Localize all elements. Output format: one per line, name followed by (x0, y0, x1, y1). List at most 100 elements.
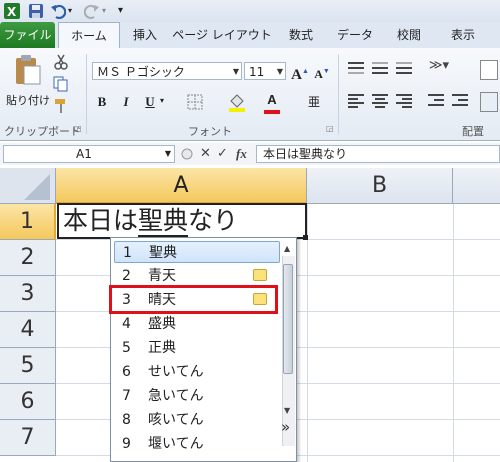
candidate-item-5[interactable]: 5 正典 (114, 337, 280, 359)
save-icon[interactable] (28, 3, 44, 19)
font-size-value: 11 (249, 65, 265, 79)
expand-candidates-button[interactable]: » (281, 418, 290, 436)
candidate-item-8[interactable]: 8 咳いてん (114, 409, 280, 431)
cell-a1-text-suffix: なり (188, 206, 239, 235)
font-name-value: ＭＳ Ｐゴシック (97, 65, 185, 79)
column-header-a[interactable]: A (56, 168, 307, 204)
row-header-1[interactable]: 1 (0, 204, 56, 240)
tab-data[interactable]: データ (330, 22, 380, 48)
chevron-down-icon[interactable]: ▾ (160, 96, 164, 105)
row-header-7[interactable]: 7 (0, 420, 56, 456)
row-header-6[interactable]: 6 (0, 384, 56, 420)
align-left-icon[interactable] (348, 94, 366, 108)
font-color-button[interactable]: A (262, 90, 282, 110)
candidate-item-1[interactable]: 1 聖典 (114, 241, 280, 263)
align-center-icon[interactable] (372, 94, 390, 108)
align-right-icon[interactable] (396, 94, 414, 108)
candidate-text: せいてん (148, 364, 204, 380)
candidate-text: 咳いてん (148, 412, 204, 428)
chevron-down-icon: ▼ (276, 67, 283, 76)
tab-review[interactable]: 校閲 (384, 22, 434, 48)
candidate-number: 1 (123, 245, 132, 261)
svg-text:X: X (7, 5, 17, 19)
format-painter-icon[interactable] (52, 98, 70, 116)
candidate-number: 8 (122, 412, 131, 428)
tab-page-layout[interactable]: ページ レイアウト (172, 22, 272, 48)
cut-icon[interactable] (52, 54, 70, 72)
borders-icon[interactable] (186, 94, 204, 110)
increase-indent-icon[interactable] (452, 94, 470, 108)
highlight-box (109, 285, 278, 314)
clipboard-launcher-icon[interactable]: ◲ (74, 124, 82, 133)
redo-dropdown-icon[interactable]: ▾ (102, 3, 110, 19)
candidate-text: 急いてん (148, 388, 204, 404)
candidate-item-4[interactable]: 4 盛典 (114, 313, 280, 335)
shrink-font-button[interactable]: A▼ (312, 61, 332, 81)
row-header-3[interactable]: 3 (0, 276, 56, 312)
cancel-icon[interactable]: ✕ (200, 145, 211, 163)
font-name-select[interactable]: ＭＳ Ｐゴシック ▼ (92, 62, 242, 80)
formula-bar-splitter[interactable] (180, 143, 194, 171)
undo-icon[interactable] (50, 3, 67, 20)
decrease-indent-icon[interactable] (428, 94, 446, 108)
candidate-text: 青天 (148, 268, 176, 284)
formula-bar: A1 ▼ ✕ ✓ fx 本日は聖典なり (0, 143, 500, 165)
fill-color-icon[interactable] (228, 92, 246, 112)
select-all-corner[interactable] (0, 168, 56, 204)
candidate-item-9[interactable]: 9 堰いてん (114, 433, 280, 455)
italic-button[interactable]: I (116, 92, 136, 112)
bold-button[interactable]: B (92, 92, 112, 112)
candidate-scroll-thumb[interactable] (283, 264, 293, 374)
align-middle-icon[interactable] (372, 62, 390, 76)
candidate-text: 堰いてん (148, 436, 204, 452)
tab-view[interactable]: 表示 (438, 22, 488, 48)
font-group-label: フォント (188, 125, 232, 138)
enter-icon[interactable]: ✓ (217, 145, 228, 163)
candidate-item-2[interactable]: 2 青天 (114, 265, 280, 287)
tab-file[interactable]: ファイル (0, 22, 55, 48)
underline-button[interactable]: U (140, 92, 160, 112)
undo-dropdown-icon[interactable]: ▾ (68, 3, 78, 19)
scroll-down-icon[interactable]: ▼ (284, 406, 290, 415)
font-launcher-icon[interactable]: ◲ (326, 124, 334, 133)
insert-function-button[interactable]: fx (236, 145, 247, 163)
candidate-number: 9 (122, 436, 131, 452)
row-header-4[interactable]: 4 (0, 312, 56, 348)
tab-home[interactable]: ホーム (58, 22, 120, 49)
furigana-button[interactable]: 亜 (304, 92, 324, 112)
candidate-item-6[interactable]: 6 せいてん (114, 361, 280, 383)
name-box[interactable]: A1 ▼ (3, 145, 175, 163)
group-divider (338, 54, 339, 134)
cell-a1-text-converting: 聖典 (138, 206, 189, 237)
cell-a1-text-prefix: 本日は (63, 206, 139, 235)
column-header-c[interactable] (453, 168, 500, 204)
scroll-up-icon[interactable]: ▲ (284, 244, 290, 253)
candidate-item-7[interactable]: 7 急いてん (114, 385, 280, 407)
cell-a1[interactable]: 本日は聖典なり (57, 203, 307, 239)
font-size-select[interactable]: 11 ▼ (244, 62, 286, 80)
fill-handle[interactable] (303, 235, 308, 240)
candidate-number: 5 (122, 340, 131, 356)
memo-icon (253, 269, 267, 281)
candidate-text: 聖典 (149, 245, 177, 261)
tab-formulas[interactable]: 数式 (276, 22, 326, 48)
orientation-icon[interactable]: ≫▾ (426, 58, 452, 73)
customize-toolbar-button[interactable]: ▾ (118, 3, 128, 19)
candidate-number: 4 (122, 316, 131, 332)
wrap-text-icon[interactable] (480, 60, 498, 80)
grow-font-button[interactable]: A▲ (290, 61, 310, 83)
copy-icon[interactable] (52, 76, 70, 94)
paste-icon (16, 55, 41, 85)
candidate-text: 正典 (148, 340, 176, 356)
clipboard-group-label: クリップボード (4, 125, 81, 138)
merge-center-icon[interactable] (480, 92, 498, 112)
align-bottom-icon[interactable] (396, 62, 414, 76)
tab-insert[interactable]: 挿入 (120, 22, 170, 48)
column-header-b[interactable]: B (307, 168, 453, 204)
row-header-2[interactable]: 2 (0, 240, 56, 276)
row-header-5[interactable]: 5 (0, 348, 56, 384)
redo-icon[interactable] (83, 3, 100, 19)
align-top-icon[interactable] (348, 62, 366, 76)
paste-label: 貼り付け (6, 94, 50, 107)
formula-input[interactable]: 本日は聖典なり (256, 145, 500, 163)
